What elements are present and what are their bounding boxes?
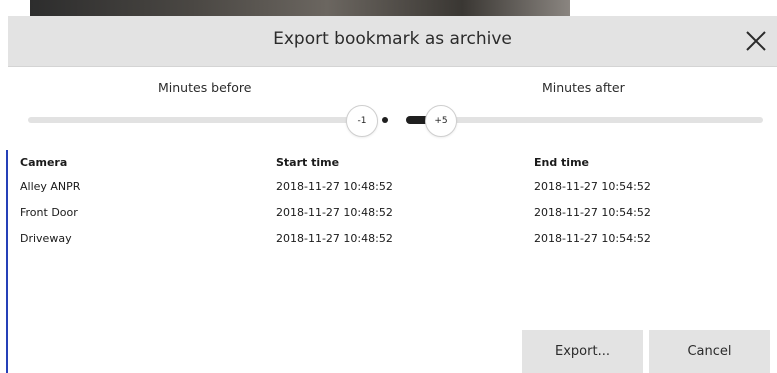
end-time-cell: 2018-11-27 10:54:52 [534,232,651,245]
minutes-before-track[interactable] [28,117,378,123]
minutes-after-slider-handle[interactable]: +5 [425,105,457,137]
export-button[interactable]: Export... [522,330,643,373]
column-header-start-time: Start time [276,156,340,169]
camera-cell: Front Door [20,206,78,219]
column-header-camera: Camera [20,156,68,169]
minutes-after-label: Minutes after [542,80,625,95]
end-time-cell: 2018-11-27 10:54:52 [534,180,651,193]
screen: Export bookmark as archive Minutes befor… [0,0,777,373]
table-row: Front Door 2018-11-27 10:48:52 2018-11-2… [20,206,760,226]
start-time-cell: 2018-11-27 10:48:52 [276,232,393,245]
close-button[interactable] [741,26,771,56]
export-bookmark-dialog: Export bookmark as archive Minutes befor… [8,16,777,373]
start-time-cell: 2018-11-27 10:48:52 [276,206,393,219]
minutes-after-track[interactable] [438,117,763,123]
cancel-button[interactable]: Cancel [649,330,770,373]
start-time-cell: 2018-11-27 10:48:52 [276,180,393,193]
minutes-before-active-marker [382,117,388,123]
minutes-before-label: Minutes before [158,80,252,95]
background-video-thumbnail [30,0,570,16]
column-header-end-time: End time [534,156,589,169]
dialog-header: Export bookmark as archive [8,16,777,67]
dialog-title: Export bookmark as archive [273,29,512,49]
camera-cell: Alley ANPR [20,180,81,193]
table-row: Driveway 2018-11-27 10:48:52 2018-11-27 … [20,232,760,252]
table-row: Alley ANPR 2018-11-27 10:48:52 2018-11-2… [20,180,760,200]
end-time-cell: 2018-11-27 10:54:52 [534,206,651,219]
close-icon [746,31,766,51]
minutes-before-slider-handle[interactable]: -1 [346,105,378,137]
camera-cell: Driveway [20,232,72,245]
